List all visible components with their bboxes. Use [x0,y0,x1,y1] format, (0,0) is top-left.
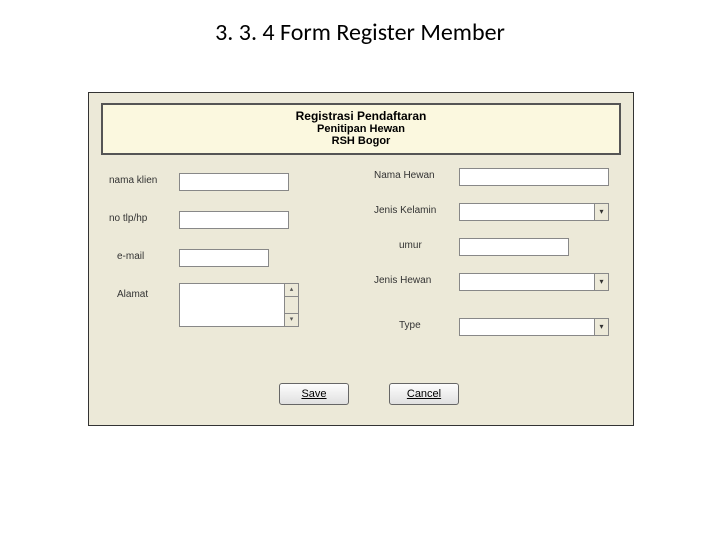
label-alamat: Alamat [117,289,148,300]
textarea-alamat[interactable]: ▴ ▾ [179,283,299,327]
input-nama-hewan[interactable] [459,168,609,186]
input-email[interactable] [179,249,269,267]
combo-jenis-kelamin-value [460,204,594,220]
label-no-tlp: no tlp/hp [109,213,147,224]
header-line1: Registrasi Pendaftaran [103,109,619,123]
label-umur: umur [399,240,422,251]
combo-jenis-hewan-value [460,274,594,290]
cancel-button[interactable]: Cancel [389,383,459,405]
chevron-down-icon[interactable]: ▾ [594,319,608,335]
input-umur[interactable] [459,238,569,256]
scroll-down-icon[interactable]: ▾ [285,313,298,326]
input-nama-klien[interactable] [179,173,289,191]
label-nama-klien: nama klien [109,175,157,186]
combo-type[interactable]: ▾ [459,318,609,336]
label-nama-hewan: Nama Hewan [374,170,435,181]
scroll-up-icon[interactable]: ▴ [285,284,298,297]
label-jenis-hewan: Jenis Hewan [374,275,431,286]
label-type: Type [399,320,421,331]
combo-type-value [460,319,594,335]
chevron-down-icon[interactable]: ▾ [594,204,608,220]
textarea-scrollbar[interactable]: ▴ ▾ [285,283,299,327]
form-window: Registrasi Pendaftaran Penitipan Hewan R… [88,92,634,426]
combo-jenis-kelamin[interactable]: ▾ [459,203,609,221]
combo-jenis-hewan[interactable]: ▾ [459,273,609,291]
label-email: e-mail [117,251,144,262]
header-line3: RSH Bogor [103,135,619,147]
page-title: 3. 3. 4 Form Register Member [0,0,720,47]
textarea-alamat-body[interactable] [179,283,285,327]
chevron-down-icon[interactable]: ▾ [594,274,608,290]
input-no-tlp[interactable] [179,211,289,229]
form-header: Registrasi Pendaftaran Penitipan Hewan R… [101,103,621,155]
header-line2: Penitipan Hewan [103,123,619,135]
save-button[interactable]: Save [279,383,349,405]
label-jenis-kelamin: Jenis Kelamin [374,205,436,216]
